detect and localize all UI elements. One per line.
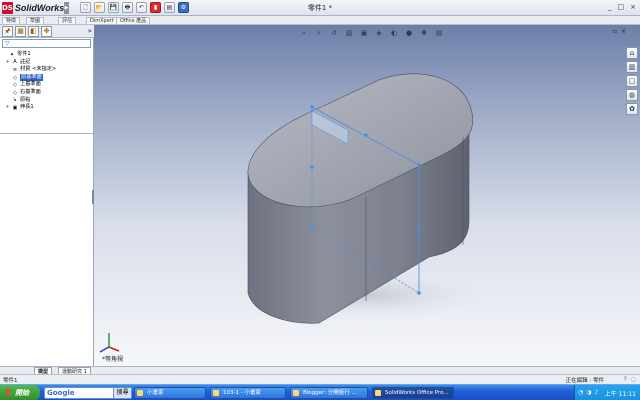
- reference-triad: [99, 333, 120, 353]
- start-label: 開始: [15, 389, 29, 397]
- tab-office-products[interactable]: Office 產品: [116, 17, 151, 24]
- model-view: [214, 73, 514, 325]
- status-right: 正在編輯 : 零件: [566, 376, 604, 384]
- feature-manager-icon[interactable]: 🖈: [2, 26, 13, 37]
- tree-item-label: 材質 <未指定>: [20, 66, 57, 73]
- plane-icon: ◇: [13, 74, 17, 81]
- status-bar: 零件1 正在編輯 : 零件 ? ◌: [0, 374, 640, 384]
- title-bar: DS SolidWorks ▶ 🗋 📂 💾 🖶 ↶ ▮ ▤ ⚙ 零件1 * _ □ ×: [0, 0, 640, 16]
- tree-item[interactable]: ◇ 前基準面: [2, 73, 92, 82]
- part-icon: ✦: [9, 51, 15, 58]
- annotations-icon: A: [13, 59, 17, 66]
- tree-item[interactable]: ✦ 零件1: [2, 51, 92, 59]
- close-button[interactable]: ×: [630, 3, 636, 11]
- material-icon: ≡: [12, 66, 18, 73]
- tray-icon[interactable]: ♪: [595, 389, 599, 396]
- origin-icon: ↳: [12, 97, 18, 104]
- clock: 上午 11:11: [604, 391, 636, 398]
- graphics-area[interactable]: ⌕ ⌕ ↺ ▥ ▣ ◈ ◐ ● ✺ ▤ ▫ × ⌂ ▥ ▢ ◍ ✿ *等角視: [94, 25, 640, 371]
- status-icons: ? ◌: [624, 376, 636, 383]
- system-tray: ◔ ◑ ♪ 上午 11:11: [574, 385, 640, 400]
- tab-dimxpert[interactable]: DimXpert: [86, 17, 118, 24]
- tree-item[interactable]: + ▣ 伸長1: [2, 104, 92, 112]
- more-tabs-icon[interactable]: »: [88, 26, 92, 36]
- taskbar-task[interactable]: Blogger: 分開旋行 ...: [290, 387, 368, 399]
- tree-divider: [0, 133, 94, 134]
- plane-icon: ◇: [13, 82, 17, 89]
- tab-evaluate[interactable]: 評估: [58, 17, 77, 24]
- tray-icons: ◔ ◑ ♪: [578, 389, 598, 396]
- tree-item-label: 右基準面: [20, 88, 41, 95]
- windows-flag-icon: [6, 389, 13, 396]
- tree-item-label: 零件1: [17, 51, 31, 57]
- extrude-icon: ▣: [12, 104, 18, 111]
- tree-item[interactable]: ◇ 右基準面: [2, 89, 92, 97]
- minimize-button[interactable]: _: [608, 3, 612, 11]
- taskbar-task[interactable]: 103-1 - 小畫家: [210, 387, 286, 399]
- model-motion-tabs: 模型 運動研究 1: [0, 366, 640, 375]
- tree-item-label: 伸長1: [20, 104, 34, 111]
- windows-taskbar: 開始 Google 搜尋 小畫家 103-1 - 小畫家 Blogger: 分開旋行…: [0, 384, 640, 400]
- property-manager-icon[interactable]: ▦: [15, 26, 26, 37]
- status-editing: 正在編輯 : 零件: [565, 378, 604, 384]
- google-search-bar[interactable]: Google 搜尋: [44, 387, 132, 399]
- expand-toggle-icon[interactable]: +: [5, 104, 10, 112]
- help-icon[interactable]: ?: [624, 376, 627, 383]
- maximize-button[interactable]: □: [618, 3, 625, 11]
- google-brand: Google: [47, 389, 75, 397]
- taskbar-task[interactable]: 小畫家: [134, 387, 206, 399]
- taskbar-task[interactable]: SolidWorks Office Pro...: [372, 387, 454, 399]
- plane-icon: ◇: [13, 89, 17, 96]
- tree-filter-input[interactable]: ▽: [2, 39, 91, 48]
- feature-manager-panel: 🖈 ▦ ◧ ✥ » ▽ ✦ 零件1 + A 註記 ≡ 材質 <未指定> ◇ 前基準面 ◇ 上基準面 ◇…: [0, 25, 94, 371]
- window-title: 零件1 *: [307, 4, 333, 12]
- tree-item-label: 上基準面: [20, 81, 41, 88]
- dimxpert-manager-icon[interactable]: ✥: [41, 26, 52, 37]
- feature-tree: ✦ 零件1 + A 註記 ≡ 材質 <未指定> ◇ 前基準面 ◇ 上基準面 ◇ 右基準面 ↳ 原點 + ▣ 伸長1: [2, 51, 92, 112]
- command-manager-tabs: 特徵 草圖 評估 DimXpert Office 產品: [0, 16, 640, 25]
- manager-tabs: 🖈 ▦ ◧ ✥ »: [0, 25, 94, 38]
- configuration-manager-icon[interactable]: ◧: [28, 26, 39, 37]
- tray-icon[interactable]: ◔: [578, 389, 583, 396]
- rebuild-status-icon[interactable]: ◌: [631, 376, 636, 383]
- tray-icon[interactable]: ◑: [586, 389, 591, 396]
- start-button[interactable]: 開始: [0, 385, 40, 400]
- view-orientation-label: *等角視: [102, 356, 124, 363]
- tab-features[interactable]: 特徵: [2, 17, 21, 24]
- google-search-button[interactable]: 搜尋: [113, 388, 131, 398]
- tab-sketch[interactable]: 草圖: [26, 17, 45, 24]
- filter-icon: ▽: [5, 40, 10, 47]
- expand-toggle-icon[interactable]: +: [5, 59, 10, 67]
- tree-item[interactable]: ↳ 原點: [2, 97, 92, 105]
- status-part-name: 零件1: [3, 378, 18, 384]
- tree-item[interactable]: ◇ 上基準面: [2, 81, 92, 89]
- tree-item[interactable]: ≡ 材質 <未指定>: [2, 66, 92, 74]
- window-controls: _ □ ×: [608, 3, 636, 11]
